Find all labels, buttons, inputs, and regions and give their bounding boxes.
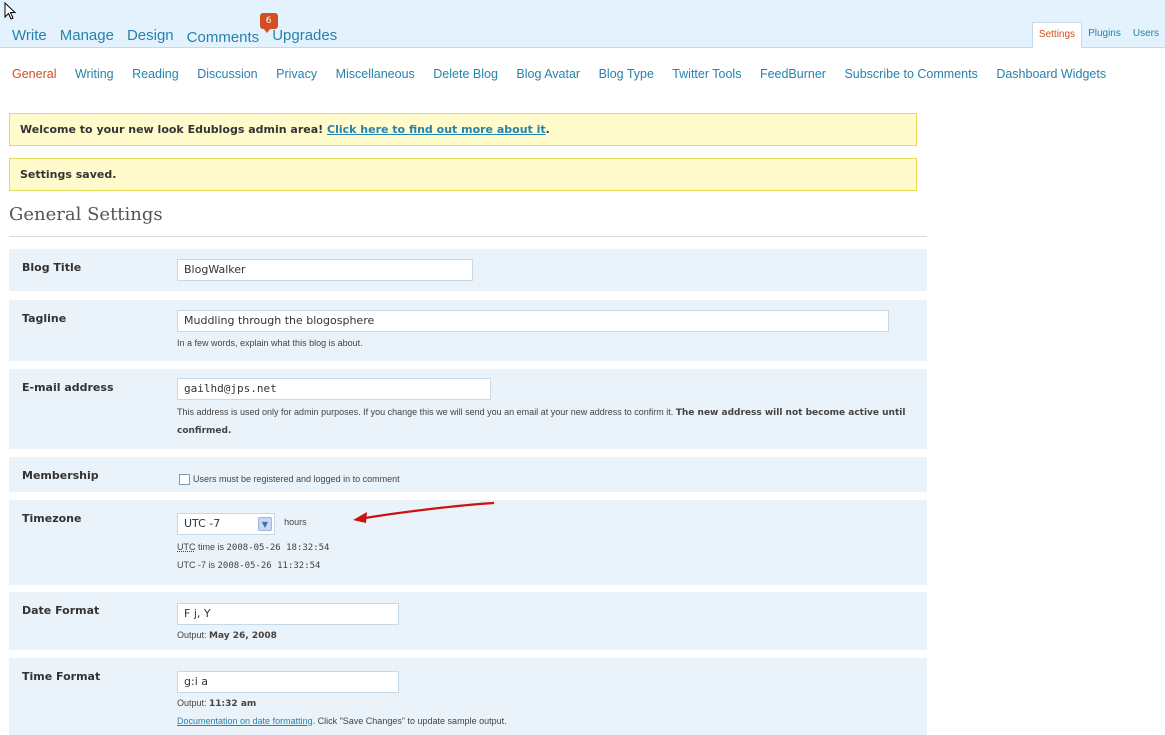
welcome-link[interactable]: Click here to find out more about it	[327, 123, 546, 136]
subnav-twitter-tools[interactable]: Twitter Tools	[672, 67, 741, 81]
membership-label: Membership	[22, 469, 99, 482]
email-help-text: This address is used only for admin purp…	[177, 407, 676, 417]
time-format-label: Time Format	[22, 670, 101, 683]
date-output-label: Output:	[177, 630, 210, 640]
time-format-doc-rest: . Click "Save Changes" to update sample …	[312, 716, 507, 726]
subnav-blog-avatar[interactable]: Blog Avatar	[516, 67, 580, 81]
subnav-reading[interactable]: Reading	[132, 67, 179, 81]
mouse-cursor-icon	[4, 2, 17, 20]
subnav-delete-blog[interactable]: Delete Blog	[433, 67, 498, 81]
subnav-general[interactable]: General	[12, 67, 56, 81]
utc-line-text: time is	[195, 541, 227, 552]
right-nav: Settings Plugins Users	[1031, 22, 1165, 48]
nav-design[interactable]: Design	[127, 27, 174, 46]
nav-upgrades[interactable]: Upgrades	[272, 27, 337, 46]
row-date-format: Date Format F j, Y Output: May 26, 2008	[9, 592, 927, 650]
dropdown-arrow-icon[interactable]: ▼	[258, 516, 272, 531]
time-format-input[interactable]: g:i a	[177, 671, 399, 693]
local-time: 2008-05-26 11:32:54	[217, 560, 321, 571]
time-output-value: 11:32 am	[209, 699, 257, 709]
page-title: General Settings	[9, 204, 163, 225]
subnav-blog-type[interactable]: Blog Type	[599, 67, 654, 81]
subnav-subscribe-to-comments[interactable]: Subscribe to Comments	[844, 67, 977, 81]
nav-manage[interactable]: Manage	[60, 27, 114, 46]
membership-option: Users must be registered and logged in t…	[179, 474, 400, 486]
subnav-dashboard-widgets[interactable]: Dashboard Widgets	[996, 67, 1106, 81]
tagline-field: Muddling through the blogosphere In a fe…	[177, 310, 889, 352]
main-nav: Write Manage Design Comments 6 Upgrades	[12, 13, 350, 46]
email-field-wrap: gailhd@jps.net This address is used only…	[177, 378, 917, 440]
row-time-format: Time Format g:i a Output: 11:32 am Docum…	[9, 658, 927, 735]
timezone-label: Timezone	[22, 512, 82, 525]
date-format-input[interactable]: F j, Y	[177, 603, 399, 625]
welcome-notice: Welcome to your new look Edublogs admin …	[9, 113, 917, 146]
subnav-privacy[interactable]: Privacy	[276, 67, 317, 81]
time-format-doc: Documentation on date formatting. Click …	[177, 713, 917, 730]
tagline-label: Tagline	[22, 312, 67, 325]
welcome-text: Welcome to your new look Edublogs admin …	[20, 123, 328, 136]
date-format-field: F j, Y Output: May 26, 2008	[177, 603, 399, 645]
date-output-value: May 26, 2008	[209, 631, 277, 641]
title-divider	[9, 236, 927, 237]
timezone-suffix: hours	[284, 517, 307, 527]
timezone-select[interactable]: UTC -7 ▼	[177, 512, 275, 535]
email-label: E-mail address	[22, 381, 114, 394]
date-format-output: Output: May 26, 2008	[177, 627, 399, 645]
membership-field: Users must be registered and logged in t…	[179, 467, 400, 488]
utc-abbr: UTC	[177, 541, 196, 552]
subnav-miscellaneous[interactable]: Miscellaneous	[336, 67, 415, 81]
settings-sub-nav: General Writing Reading Discussion Priva…	[12, 62, 1142, 86]
tagline-input[interactable]: Muddling through the blogosphere	[177, 310, 889, 332]
nav-comments-wrap: Comments 6	[187, 13, 278, 46]
date-format-label: Date Format	[22, 604, 100, 617]
saved-text: Settings saved.	[20, 168, 117, 181]
settings-saved-notice: Settings saved.	[9, 158, 917, 191]
email-help: This address is used only for admin purp…	[177, 404, 917, 440]
timezone-selected-value: UTC -7	[184, 517, 221, 530]
tagline-help: In a few words, explain what this blog i…	[177, 338, 363, 348]
admin-header-bar: Write Manage Design Comments 6 Upgrades …	[0, 0, 1165, 48]
row-tagline: Tagline Muddling through the blogosphere…	[9, 300, 927, 361]
row-email: E-mail address gailhd@jps.net This addre…	[9, 369, 927, 449]
nav-comments[interactable]: Comments	[187, 29, 260, 46]
nav-users[interactable]: Users	[1127, 22, 1165, 48]
nav-plugins[interactable]: Plugins	[1082, 22, 1127, 48]
nav-settings[interactable]: Settings	[1031, 22, 1083, 48]
utc-time: 2008-05-26 18:32:54	[226, 542, 330, 553]
blog-title-field: BlogWalker	[177, 259, 473, 281]
welcome-end: .	[545, 123, 550, 136]
nav-write[interactable]: Write	[12, 27, 47, 46]
time-output-label: Output:	[177, 698, 210, 708]
time-format-output: Output: 11:32 am	[177, 695, 917, 713]
subnav-discussion[interactable]: Discussion	[197, 67, 257, 81]
blog-title-input[interactable]: BlogWalker	[177, 259, 473, 281]
date-format-doc-link[interactable]: Documentation on date formatting	[177, 716, 313, 726]
email-input[interactable]: gailhd@jps.net	[177, 378, 491, 400]
utc-time-line: UTC time is 2008-05-26 18:32:54	[177, 539, 329, 557]
row-membership: Membership Users must be registered and …	[9, 457, 927, 492]
local-line-text: UTC -7 is	[177, 559, 218, 570]
membership-checkbox-label[interactable]: Users must be registered and logged in t…	[193, 474, 400, 484]
blog-title-label: Blog Title	[22, 261, 82, 274]
subnav-writing[interactable]: Writing	[75, 67, 114, 81]
subnav-feedburner[interactable]: FeedBurner	[760, 67, 826, 81]
local-time-line: UTC -7 is 2008-05-26 11:32:54	[177, 557, 329, 575]
timezone-field: UTC -7 ▼ hours UTC time is 2008-05-26 18…	[177, 512, 329, 575]
red-annotation-arrow-icon	[353, 501, 495, 523]
membership-checkbox[interactable]	[179, 474, 190, 486]
time-format-field: g:i a Output: 11:32 am Documentation on …	[177, 671, 917, 730]
row-blog-title: Blog Title BlogWalker	[9, 249, 927, 291]
